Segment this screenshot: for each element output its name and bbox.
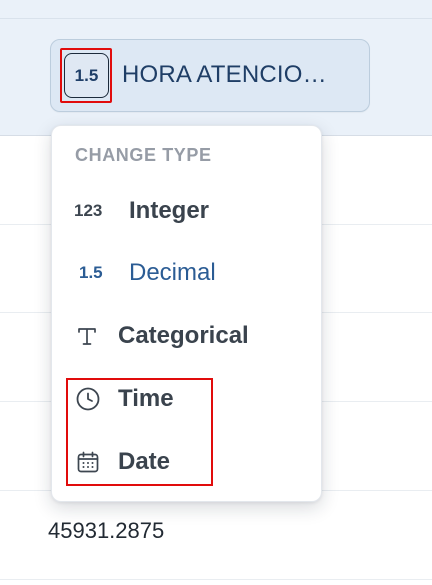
menu-header: CHANGE TYPE bbox=[75, 145, 212, 165]
row-divider bbox=[0, 579, 432, 580]
decimal-icon: 1.5 bbox=[79, 263, 103, 282]
header-divider bbox=[0, 18, 432, 19]
menu-item-categorical[interactable]: Categorical bbox=[60, 310, 314, 362]
type-badge-highlight bbox=[60, 48, 112, 103]
time-date-highlight bbox=[66, 378, 213, 486]
menu-item-label: Decimal bbox=[129, 259, 216, 286]
table-cell[interactable]: 45931.2875 bbox=[48, 516, 164, 546]
text-t-icon bbox=[76, 310, 98, 362]
menu-item-decimal[interactable]: 1.5 Decimal bbox=[60, 247, 314, 299]
menu-item-label: Categorical bbox=[118, 322, 249, 349]
column-name: HORA ATENCIO… bbox=[122, 61, 327, 88]
integer-icon: 123 bbox=[74, 201, 103, 220]
menu-item-label: Integer bbox=[129, 197, 210, 224]
spreadsheet-view: 45931.2875 1.5 HORA ATENCIO… CHANGE TYPE… bbox=[0, 0, 432, 585]
menu-item-integer[interactable]: 123 Integer bbox=[60, 185, 314, 237]
